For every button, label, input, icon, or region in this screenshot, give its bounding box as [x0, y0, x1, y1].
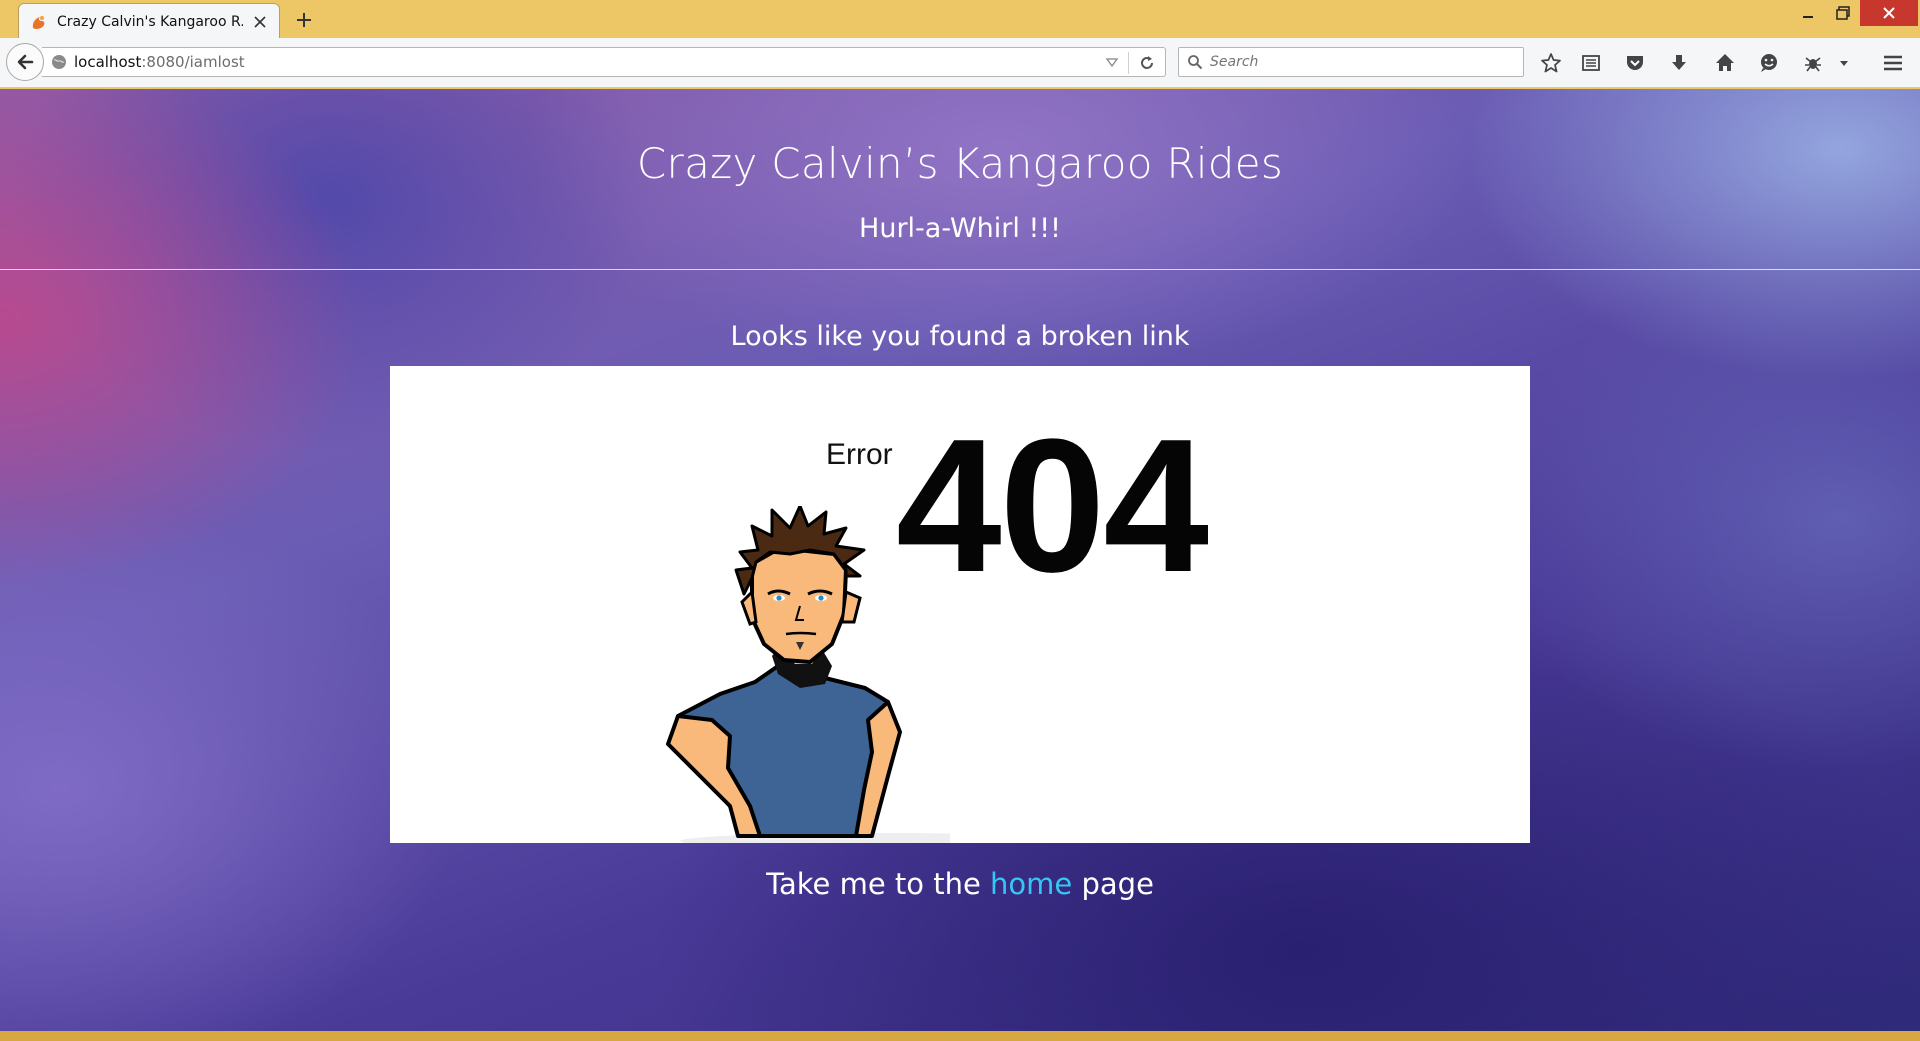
broken-link-message: Looks like you found a broken link — [730, 321, 1190, 352]
smiley-icon[interactable] — [1756, 50, 1782, 76]
globe-icon — [50, 53, 68, 71]
home-line: Take me to the home page — [0, 867, 1920, 901]
new-tab-icon[interactable] — [292, 8, 316, 32]
firefox-icon — [29, 12, 49, 32]
url-text[interactable]: localhost:8080/iamlost — [74, 53, 245, 71]
url-path: :8080/iamlost — [141, 53, 245, 71]
back-button[interactable] — [6, 43, 44, 81]
search-input[interactable] — [1210, 54, 1510, 70]
search-bar[interactable] — [1178, 47, 1524, 77]
hamburger-menu-icon[interactable] — [1880, 50, 1906, 76]
site-title: Crazy Calvin’s Kangaroo Rides — [636, 139, 1284, 188]
extension-icon[interactable] — [1800, 50, 1826, 76]
home-icon[interactable] — [1712, 50, 1738, 76]
home-link[interactable]: home — [990, 867, 1072, 901]
site-subtitle: Hurl-a-Whirl !!! — [859, 213, 1061, 244]
reload-icon[interactable] — [1137, 53, 1157, 73]
maximize-icon[interactable] — [1826, 0, 1860, 26]
bookmark-star-icon[interactable] — [1538, 50, 1564, 76]
pocket-icon[interactable] — [1622, 50, 1648, 76]
overflow-dropdown-icon[interactable] — [1834, 50, 1854, 76]
tab-title: Crazy Calvin's Kangaroo R... — [57, 13, 243, 30]
error-label: Error — [826, 438, 893, 471]
url-host: localhost — [74, 53, 142, 71]
browser-navbar: localhost:8080/iamlost — [0, 38, 1920, 88]
download-icon[interactable] — [1666, 50, 1692, 76]
cartoon-character-illustration — [666, 506, 950, 843]
back-arrow-icon — [17, 54, 34, 70]
window-close-icon[interactable] — [1860, 0, 1918, 26]
close-tab-icon[interactable] — [251, 13, 269, 31]
minimize-icon[interactable] — [1790, 0, 1826, 26]
error-404-image: Error 404 — [390, 366, 1530, 843]
os-taskbar — [0, 1031, 1920, 1041]
search-icon — [1186, 53, 1204, 71]
reading-list-icon[interactable] — [1578, 50, 1604, 76]
url-bar[interactable]: localhost:8080/iamlost — [42, 47, 1166, 77]
header-divider — [0, 269, 1920, 270]
dropdown-icon[interactable] — [1103, 54, 1121, 72]
browser-titlebar: Crazy Calvin's Kangaroo R... — [0, 0, 1920, 39]
home-prefix-text: Take me to the — [766, 867, 991, 901]
browser-tab[interactable]: Crazy Calvin's Kangaroo R... — [18, 3, 280, 39]
page-viewport: Crazy Calvin’s Kangaroo Rides Hurl-a-Whi… — [0, 89, 1920, 1031]
home-suffix-text: page — [1072, 867, 1154, 901]
url-separator — [1128, 52, 1129, 74]
